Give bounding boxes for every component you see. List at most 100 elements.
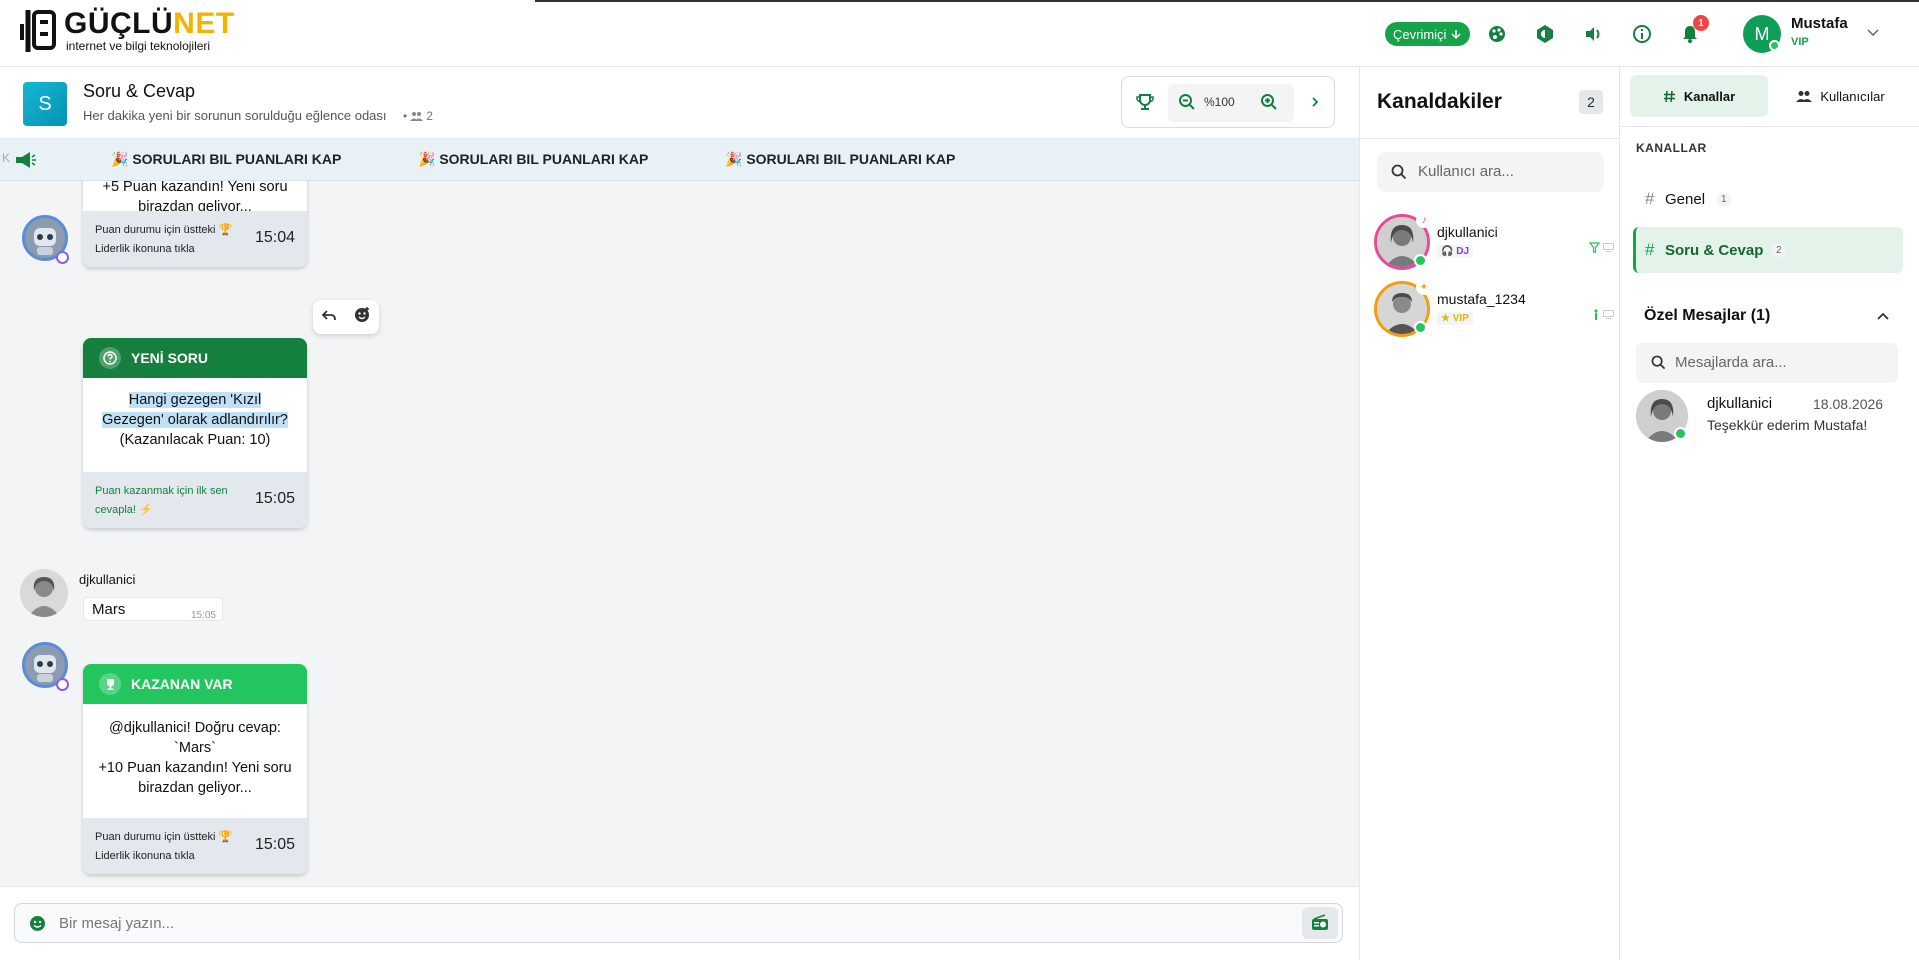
tab-channels[interactable]: Kanallar [1630, 75, 1768, 117]
room-header: S Soru & Cevap Her dakika yeni bir sorun… [0, 67, 1359, 139]
channels-panel: Kanallar Kullanıcılar KANALLAR # Genel 1… [1620, 67, 1919, 960]
monitor-icon [1603, 310, 1614, 319]
chevron-up-icon[interactable] [1875, 309, 1891, 330]
private-message-item[interactable]: djkullanici 18.08.2026 Teşekkür ederim M… [1636, 390, 1906, 446]
room-member-count-value: 2 [426, 109, 433, 123]
announcement-ticker: K 🎉 SORULARI BIL PUANLARI KAP 🎉 SORULARI… [0, 139, 1359, 181]
brand-logo[interactable]: GÜÇLÜNET internet ve bilgi teknolojileri [18, 6, 235, 56]
channels-section-label: KANALLAR [1636, 141, 1707, 155]
send-button[interactable] [1302, 907, 1338, 939]
tab-users[interactable]: Kullanıcılar [1773, 75, 1908, 117]
message-actions [313, 300, 379, 334]
tab-label: Kanallar [1683, 88, 1736, 104]
trophy-icon[interactable] [1136, 93, 1154, 116]
app-root: GÜÇLÜNET internet ve bilgi teknolojileri… [0, 0, 1919, 960]
member-search-input[interactable]: Kullanıcı ara... [1377, 152, 1604, 192]
channel-item-soru-cevap[interactable]: # Soru & Cevap 2 [1633, 227, 1903, 273]
tab-label: Kullanıcılar [1820, 88, 1885, 104]
top-divider-line [535, 0, 1919, 2]
pm-preview: Teşekkür ederim Mustafa! [1707, 417, 1868, 433]
info-icon[interactable] [1630, 22, 1654, 46]
brand-tagline: internet ve bilgi teknolojileri [66, 39, 211, 53]
online-indicator [1414, 321, 1427, 334]
member-search-placeholder: Kullanıcı ara... [1418, 163, 1514, 180]
card-footer-text: Puan durumu için üstteki 🏆 Liderlik ikon… [95, 224, 233, 255]
chat-messages[interactable]: +5 Puan kazandın! Yeni soru birazdan gel… [0, 181, 1359, 886]
divider [1620, 126, 1919, 127]
pm-search-input[interactable]: Mesajlarda ara... [1636, 343, 1898, 383]
status-label: Çevrimiçi [1393, 26, 1447, 42]
channel-name: Soru & Cevap [1665, 241, 1764, 259]
volume-icon[interactable] [1581, 22, 1605, 46]
divider [1360, 138, 1621, 139]
pm-search-placeholder: Mesajlarda ara... [1675, 354, 1787, 371]
channel-count: 2 [1772, 243, 1786, 257]
online-indicator [1769, 40, 1780, 51]
members-count: 2 [1579, 90, 1603, 114]
channel-count: 1 [1717, 192, 1731, 206]
message-time: 15:05 [254, 490, 295, 507]
user-message-avatar[interactable] [20, 569, 68, 617]
hash-icon: # [1645, 240, 1655, 259]
chevron-right-icon[interactable] [1308, 95, 1322, 114]
members-title: Kanaldakiler [1377, 90, 1502, 113]
channel-item-genel[interactable]: # Genel 1 [1633, 176, 1903, 222]
member-status-icons [1592, 309, 1614, 320]
private-messages-title[interactable]: Özel Mesajlar (1) [1644, 307, 1770, 325]
member-name: mustafa_1234 [1437, 291, 1526, 307]
bot-message-card: +5 Puan kazandın! Yeni soru birazdan gel… [83, 181, 307, 267]
radio-icon [1312, 914, 1328, 930]
status-dropdown[interactable]: Çevrimiçi [1385, 22, 1471, 46]
user-name[interactable]: Mustafa [1791, 15, 1848, 32]
reply-icon[interactable] [321, 307, 337, 328]
member-role-badge: 🎧 DJ [1437, 245, 1474, 258]
emoji-icon[interactable] [29, 915, 46, 937]
room-toolbar: %100 [1121, 76, 1335, 128]
contrast-icon[interactable] [1533, 22, 1557, 46]
ticker-prefix: K [2, 151, 11, 165]
emoji-react-icon[interactable] [354, 306, 371, 328]
member-name: djkullanici [1437, 224, 1498, 240]
sparkle-icon: ✦ [1416, 279, 1432, 295]
palette-icon[interactable] [1485, 22, 1509, 46]
monitor-icon [1603, 243, 1614, 252]
winner-points-text: +10 Puan kazandın! Yeni soru birazdan ge… [98, 760, 292, 796]
card-footer-text: Puan kazanmak için ilk sen cevapla! ⚡ [95, 485, 228, 516]
message-time: 15:05 [254, 836, 295, 853]
member-status-icons [1589, 242, 1614, 253]
room-title: Soru & Cevap [83, 81, 196, 101]
zoom-in-icon[interactable] [1260, 93, 1278, 116]
chevron-down-icon[interactable] [1865, 24, 1881, 45]
user-message-bubble: Mars 15:05 [83, 597, 223, 621]
search-icon [1651, 355, 1666, 375]
arrow-down-icon [1451, 30, 1461, 40]
room-member-count: • 2 [403, 109, 433, 123]
message-sender[interactable]: djkullanici [79, 572, 135, 587]
top-bar: GÜÇLÜNET internet ve bilgi teknolojileri… [0, 0, 1919, 67]
zoom-level: %100 [1204, 95, 1235, 109]
member-item[interactable]: ✦ mustafa_1234 ★ VIP [1374, 279, 1614, 341]
member-item[interactable]: ♪ djkullanici 🎧 DJ [1374, 212, 1614, 274]
music-note-icon: ♪ [1416, 212, 1432, 228]
card-footer-text: Puan durumu için üstteki 🏆 Liderlik ikon… [95, 831, 233, 862]
question-points: (Kazanılacak Puan: 10) [119, 432, 271, 448]
users-icon [410, 112, 424, 121]
question-text: Hangi gezegen 'Kızıl Gezegen' olarak adl… [102, 392, 288, 428]
message-composer[interactable]: Bir mesaj yazın... [14, 903, 1343, 943]
hash-icon [1663, 90, 1675, 102]
winner-card: KAZANAN VAR @djkullanici! Doğru cevap: `… [83, 664, 307, 874]
zoom-out-icon[interactable] [1178, 93, 1196, 116]
trophy-icon [99, 673, 121, 695]
message-time: 15:05 [190, 610, 216, 621]
bot-badge-icon [56, 678, 69, 691]
question-card-header: YENİ SORU [83, 338, 307, 378]
members-panel: Kanaldakiler 2 Kullanıcı ara... ♪ djkull… [1359, 67, 1621, 960]
ticker-item: 🎉 SORULARI BIL PUANLARI KAP [418, 151, 649, 167]
message-input[interactable]: Bir mesaj yazın... [59, 915, 174, 932]
notification-badge: 1 [1693, 15, 1709, 31]
pm-sender: djkullanici [1707, 395, 1773, 412]
question-circle-icon [99, 347, 121, 369]
room-description: Her dakika yeni bir sorunun sorulduğu eğ… [83, 108, 387, 123]
winner-text: @djkullanici! Doğru cevap: `Mars` [109, 720, 281, 756]
winner-card-header: KAZANAN VAR [83, 664, 307, 704]
